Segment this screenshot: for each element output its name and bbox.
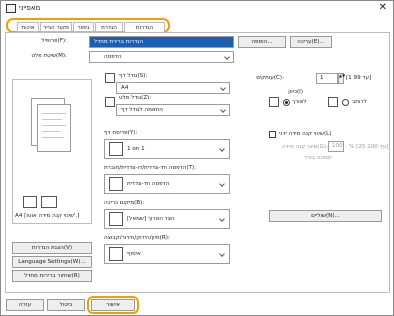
page-layout-value: 1 on 1 <box>127 146 145 152</box>
manual-scaling-label: שינוי קנה מידה ידני(L) <box>279 131 332 137</box>
tab-paper-source[interactable]: מקור הנייר <box>40 22 72 32</box>
title-bar: מאפייני ✕ <box>1 1 393 17</box>
scale-unit: % [25 עד 200] <box>349 144 389 150</box>
tab-quality[interactable]: איכות <box>17 22 39 32</box>
binding-margin-button[interactable]: שוליים(N)... <box>269 210 382 222</box>
output-size-icon <box>105 97 115 107</box>
tab-strip: הגדרות בסיסיות הגדרת דף גימור מקור הנייר… <box>6 18 170 41</box>
copies-stepper[interactable]: ▲▼ <box>338 73 345 84</box>
page-size-label: גודל דף(S): <box>119 73 148 79</box>
collate-icon <box>109 247 123 261</box>
window-title: מאפייני <box>19 4 41 12</box>
portrait-radio[interactable] <box>283 99 290 106</box>
profile-select[interactable]: הגדרות ברירת מחדל <box>89 36 234 48</box>
language-settings-button[interactable]: Language Settings(W)... <box>12 256 92 268</box>
profile-label: פרופיל(F): <box>41 38 67 44</box>
edit-profile-button[interactable]: עריכה(E)... <box>290 36 332 48</box>
copies-label: עותקים(C): <box>256 75 284 81</box>
page-layout-icon <box>109 142 123 156</box>
page-layout-label: פריסת דף(Y): <box>104 130 138 136</box>
print-preview-icon[interactable] <box>23 196 37 208</box>
landscape-radio[interactable] <box>342 99 349 106</box>
orientation-label: כיוון(I) <box>288 89 303 95</box>
watermark-label: תמונה בורד <box>304 155 332 161</box>
help-button[interactable]: עזרה <box>6 299 44 311</box>
preview-sheet-front <box>37 104 71 152</box>
output-size-select[interactable]: התאמה לגודל דף <box>116 104 230 116</box>
copies-range: [1 עד 99] <box>346 75 372 81</box>
restore-defaults-button[interactable]: שחזור ברירות מחדל(R) <box>12 270 92 282</box>
duplex-value: הדפסה חד-צדדית <box>127 181 170 187</box>
portrait-icon <box>269 97 279 107</box>
preview-caption: A4 [שינוי קנה מידה אוטו'.] <box>15 213 80 219</box>
properties-window: מאפייני ✕ הגדרות בסיסיות הגדרת דף גימור … <box>0 0 394 316</box>
binding-label: מיקום כריכה(B): <box>104 200 145 206</box>
page-preview: A4 [שינוי קנה מידה אוטו'.] <box>12 79 92 224</box>
add-profile-button[interactable]: הוספה... <box>238 36 286 48</box>
view-settings-button[interactable]: הצגת הגדרות(V) <box>12 242 92 254</box>
binding-icon <box>109 212 123 226</box>
cancel-button[interactable]: ביטול <box>47 299 85 311</box>
binding-value: הצד הארוך [שמאל] <box>127 216 175 222</box>
settings-panel: פרופיל(F): הגדרות ברירת מחדל הוספה... ער… <box>5 32 390 293</box>
scale-label: שינוי קנה מידה(G): <box>282 144 328 150</box>
portrait-label: לאורך <box>292 99 307 105</box>
page-layout-select[interactable]: 1 on 1 <box>104 139 230 159</box>
tab-finishing[interactable]: גימור <box>73 22 94 32</box>
output-method-label: שיטת פלט(M): <box>31 53 67 59</box>
output-size-label: גודל פלט(Z): <box>119 95 152 101</box>
tab-basic-settings[interactable]: הגדרות בסיסיות <box>124 22 165 41</box>
tab-page-setup[interactable]: הגדרת דף <box>95 22 123 41</box>
binding-select[interactable]: הצד הארוך [שמאל] <box>104 209 230 229</box>
scale-input[interactable]: 100 <box>328 141 344 152</box>
page-size-select[interactable]: A4 <box>116 82 230 94</box>
close-icon[interactable]: ✕ <box>379 2 387 14</box>
manual-scaling-checkbox[interactable] <box>269 131 276 138</box>
landscape-label: לרוחב <box>352 99 367 105</box>
collate-label: מיון/הידוק/חירור/קבוצה(R): <box>104 235 170 241</box>
duplex-icon <box>109 177 123 191</box>
landscape-icon <box>328 97 338 107</box>
collate-select[interactable]: איסוף <box>104 244 230 264</box>
duplex-label: הדפסה חד-צדדית/דו-צדדית/חוברת(T): <box>104 165 196 171</box>
copies-input[interactable]: 1 <box>316 73 338 84</box>
printer-icon <box>6 4 16 13</box>
page-size-icon <box>105 73 115 83</box>
duplex-select[interactable]: הדפסה חד-צדדית <box>104 174 230 194</box>
collate-value: איסוף <box>127 251 141 257</box>
dialog-footer: אישור ביטול עזרה <box>1 295 393 315</box>
ok-button[interactable]: אישור <box>91 299 135 311</box>
layout-toggle-icon[interactable] <box>41 196 57 208</box>
output-method-select[interactable]: הדפסה <box>89 51 234 63</box>
